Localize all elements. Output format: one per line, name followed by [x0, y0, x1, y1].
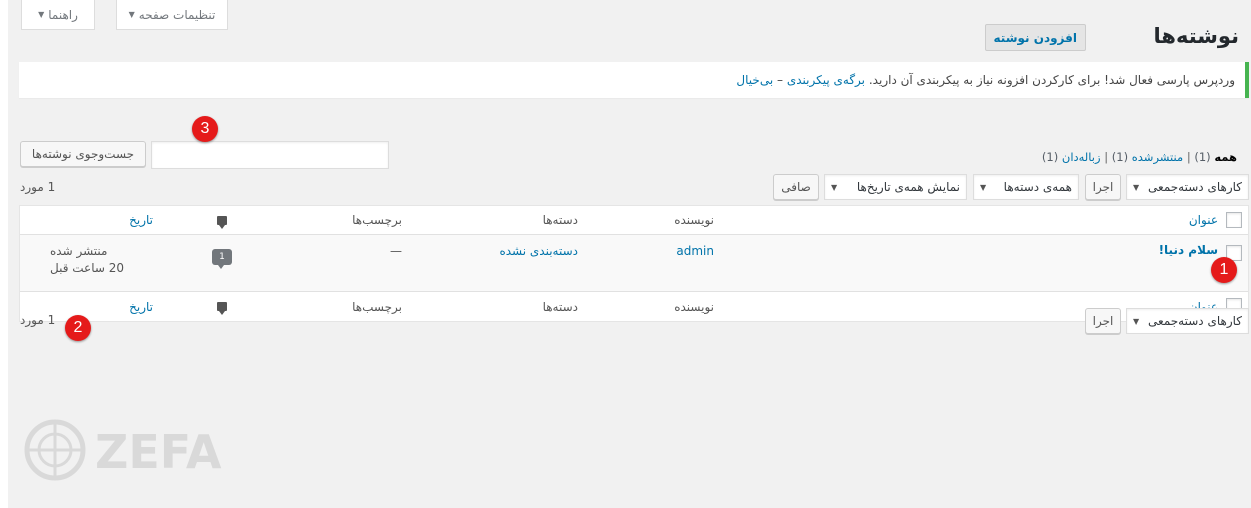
table-row: سلام دنیا! admin دسته‌بندی نشده — 1 منتش… — [20, 235, 1248, 292]
view-published-link[interactable]: منتشرشده — [1132, 150, 1183, 164]
notice-dismiss-link[interactable]: بی‌خیال — [736, 73, 773, 87]
post-category-link[interactable]: دسته‌بندی نشده — [499, 235, 578, 291]
comment-icon — [217, 215, 227, 229]
apply-button-bottom[interactable]: اجرا — [1085, 308, 1121, 334]
post-date-cell: منتشر شده 20 ساعت قبل — [50, 235, 124, 291]
post-comments-count[interactable]: 1 — [212, 235, 232, 291]
bulk-actions-select-bottom[interactable]: کارهای دسته‌جمعی ▼ — [1126, 308, 1249, 334]
post-title-link[interactable]: سلام دنیا! — [1159, 235, 1218, 291]
column-author-footer: نویسنده — [674, 299, 714, 314]
annotation-marker-1: 1 — [1211, 257, 1237, 283]
view-divider: | — [1186, 150, 1191, 164]
comment-count-bubble: 1 — [212, 249, 232, 269]
post-status-text: منتشر شده — [50, 244, 108, 258]
notice-text: وردپرس پارسی فعال شد! برای کارکردن افزون… — [868, 73, 1235, 87]
view-trash-link[interactable]: زباله‌دان — [1062, 150, 1101, 164]
search-posts-button[interactable]: جست‌وجوی نوشته‌ها — [20, 141, 146, 167]
chevron-down-icon: ▼ — [38, 10, 45, 19]
view-all-count: (1) — [1194, 150, 1211, 164]
chevron-down-icon: ▼ — [1133, 316, 1140, 326]
column-tags-footer: برچسب‌ها — [352, 299, 402, 314]
item-count-top: 1 مورد — [20, 180, 56, 194]
column-comments-footer[interactable] — [217, 292, 227, 321]
dates-select[interactable]: نمایش همه‌ی تاریخ‌ها ▼ — [824, 174, 967, 200]
bulk-actions-value: کارهای دسته‌جمعی — [1148, 180, 1242, 194]
post-author-link[interactable]: admin — [676, 235, 714, 291]
search-input[interactable] — [151, 141, 389, 169]
post-date-text: 20 ساعت قبل — [50, 261, 125, 275]
notice-bar: وردپرس پارسی فعال شد! برای کارکردن افزون… — [19, 62, 1249, 98]
column-categories-header: دسته‌ها — [542, 213, 578, 227]
chevron-down-icon: ▼ — [128, 10, 135, 19]
search-box: جست‌وجوی نوشته‌ها — [20, 141, 389, 169]
categories-value: همه‌ی دسته‌ها — [1003, 180, 1072, 194]
zefa-watermark-logo: ZEFA — [24, 419, 222, 481]
chevron-down-icon: ▼ — [980, 182, 987, 192]
bulk-actions-value-bottom: کارهای دسته‌جمعی — [1148, 314, 1242, 328]
chevron-down-icon: ▼ — [1133, 182, 1140, 192]
annotation-marker-3: 3 — [192, 116, 218, 142]
notice-separator: – — [777, 73, 784, 87]
apply-button[interactable]: اجرا — [1085, 174, 1121, 200]
help-tab[interactable]: ▼ راهنما — [21, 0, 95, 30]
view-trash-count: (1) — [1041, 150, 1059, 164]
table-footer-row: عنوان نویسنده دسته‌ها برچسب‌ها تاریخ — [20, 292, 1248, 321]
view-all-link[interactable]: همه — [1214, 150, 1237, 164]
posts-table: عنوان نویسنده دسته‌ها برچسب‌ها تاریخ سلا… — [19, 205, 1249, 322]
wp-admin-screen: ▼ تنظیمات صفحه ▼ راهنما نوشته‌ها افزودن … — [8, 0, 1251, 508]
item-count-bottom: 1 مورد — [20, 313, 56, 327]
view-published-count: (1) — [1111, 150, 1129, 164]
column-tags-header: برچسب‌ها — [352, 213, 402, 227]
screen-options-label: تنظیمات صفحه — [138, 7, 216, 22]
column-categories-footer: دسته‌ها — [542, 299, 578, 314]
chevron-down-icon: ▼ — [831, 182, 838, 192]
table-header-row: عنوان نویسنده دسته‌ها برچسب‌ها تاریخ — [20, 206, 1248, 235]
bulk-actions-select[interactable]: کارهای دسته‌جمعی ▼ — [1126, 174, 1249, 200]
view-divider: | — [1104, 150, 1109, 164]
select-all-checkbox[interactable] — [1226, 212, 1242, 228]
help-label: راهنما — [48, 7, 78, 22]
svg-text:ZEFA: ZEFA — [95, 425, 222, 479]
post-tags-value: — — [390, 244, 402, 258]
column-comments-header[interactable] — [217, 206, 227, 234]
post-status-filter: همه (1) | منتشرشده (1) | زباله‌دان (1) — [1042, 150, 1237, 164]
filter-button[interactable]: صافی — [773, 174, 819, 200]
comment-icon — [217, 302, 227, 315]
annotation-marker-2: 2 — [65, 315, 91, 341]
notice-config-link[interactable]: برگه‌ی پیکربندی — [787, 73, 865, 87]
screen-options-tab[interactable]: ▼ تنظیمات صفحه — [116, 0, 228, 30]
categories-select[interactable]: همه‌ی دسته‌ها ▼ — [973, 174, 1079, 200]
add-new-post-button[interactable]: افزودن نوشته — [984, 24, 1086, 51]
dates-value: نمایش همه‌ی تاریخ‌ها — [856, 180, 960, 194]
column-date-header[interactable]: تاریخ — [129, 206, 153, 234]
page-title: نوشته‌ها — [1153, 24, 1239, 48]
column-title-header[interactable]: عنوان — [1189, 206, 1218, 234]
column-author-header: نویسنده — [674, 213, 714, 227]
column-date-footer[interactable]: تاریخ — [129, 292, 153, 321]
